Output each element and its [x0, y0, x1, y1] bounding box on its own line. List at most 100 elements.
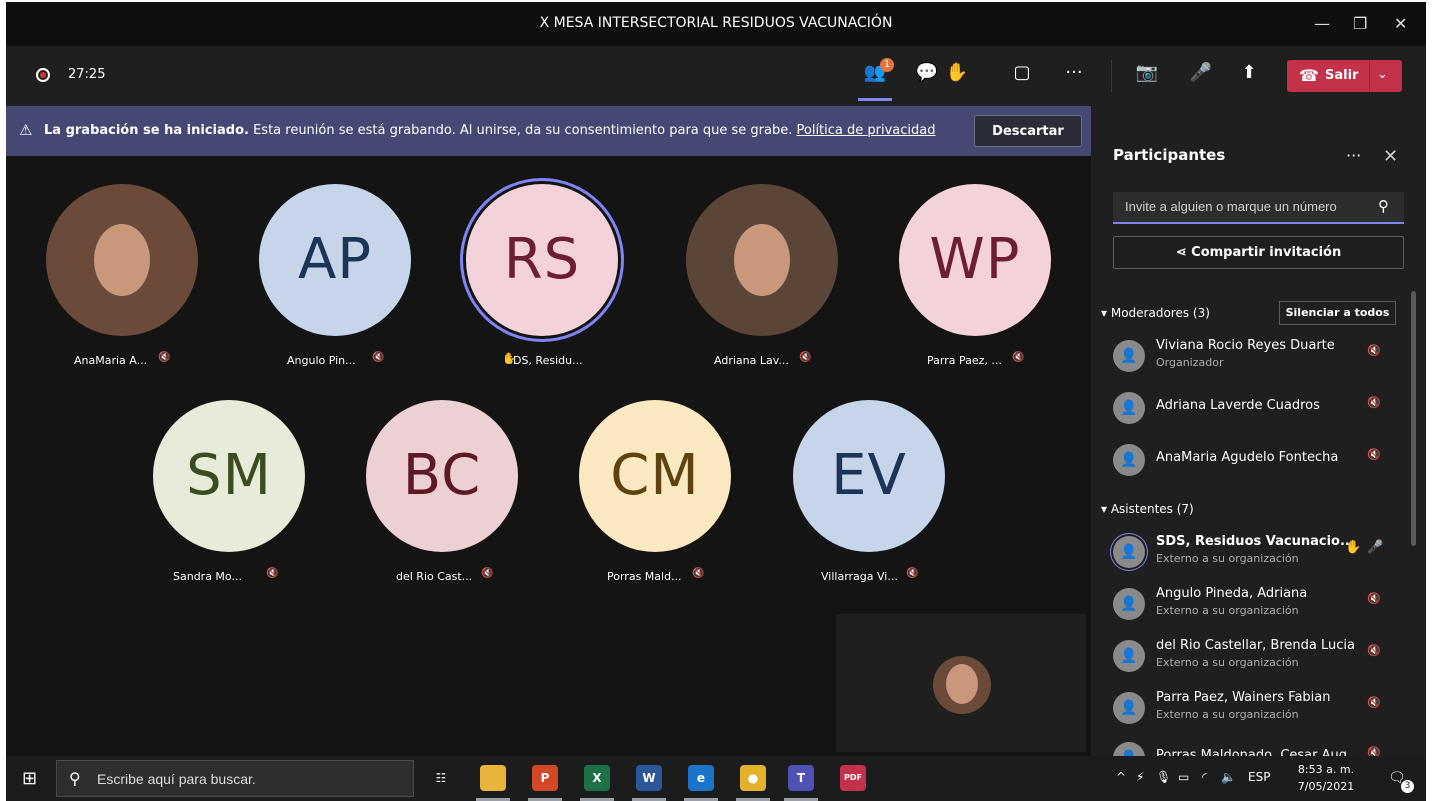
participant-tile-name: Porras Mald...	[607, 570, 682, 583]
mic-off-icon[interactable]: 🎤	[1188, 62, 1214, 83]
language-indicator[interactable]: ESP	[1248, 770, 1270, 784]
share-invite-button[interactable]: ⋖ Compartir invitación	[1113, 236, 1404, 269]
share-label: Compartir invitación	[1191, 245, 1342, 260]
windows-start-icon[interactable]: ⊞	[22, 768, 37, 789]
edge-icon[interactable]: e	[688, 765, 714, 791]
mute-all-button[interactable]: Silenciar a todos	[1279, 301, 1396, 325]
panel-scrollbar[interactable]	[1411, 291, 1416, 546]
self-avatar	[933, 656, 991, 714]
participant-row[interactable]: 👤 Viviana Rocio Reyes Duarte Organizador 🔇	[1113, 336, 1403, 380]
panel-close-icon[interactable]: ✕	[1383, 146, 1398, 167]
participant-role: Externo a su organización	[1156, 552, 1299, 565]
windows-taskbar: ⊞ ⚲ Escribe aquí para buscar. ☷ P X We ● T PDF…	[6, 756, 1426, 801]
participant-name: Viviana Rocio Reyes Duarte	[1156, 338, 1335, 353]
participant-avatar[interactable]: AP	[259, 184, 411, 336]
teams-icon[interactable]: T	[788, 765, 814, 791]
minimize-icon[interactable]: —	[1314, 14, 1330, 33]
chat-icon[interactable]: 💬	[914, 62, 940, 83]
participant-row[interactable]: 👤 Adriana Laverde Cuadros 🔇	[1113, 388, 1403, 432]
invite-input[interactable]	[1123, 198, 1367, 215]
date: 7/05/2021	[1297, 780, 1355, 793]
panel-more-icon[interactable]: ···	[1346, 146, 1361, 165]
meeting-timer: 27:25	[68, 67, 106, 82]
mic-muted-icon: 🔇	[158, 352, 171, 363]
invite-search[interactable]: ⚲	[1113, 192, 1404, 224]
privacy-policy-link[interactable]: Política de privacidad	[797, 123, 936, 138]
participant-row[interactable]: 👤 SDS, Residuos Vacunacio... Externo a su …	[1113, 532, 1403, 576]
participant-avatar[interactable]: WP	[899, 184, 1051, 336]
share-screen-icon[interactable]: ⬆	[1236, 62, 1262, 83]
rooms-icon[interactable]: ▢	[1009, 62, 1035, 83]
participant-row[interactable]: 👤 AnaMaria Agudelo Fontecha 🔇	[1113, 440, 1403, 484]
window-titlebar: X MESA INTERSECTORIAL RESIDUOS VACUNACIÓ…	[6, 2, 1426, 46]
mic-muted-icon: 🔇	[692, 568, 705, 579]
dismiss-button[interactable]: Descartar	[974, 115, 1082, 147]
more-icon[interactable]: ···	[1061, 62, 1087, 83]
close-window-icon[interactable]: ✕	[1394, 14, 1407, 33]
chevron-down-icon[interactable]: ⌄	[1377, 67, 1388, 82]
person-icon: 👤	[1113, 692, 1145, 724]
chrome-icon[interactable]: ●	[740, 765, 766, 791]
volume-icon[interactable]: 🔈	[1221, 770, 1236, 784]
face-shape	[946, 664, 978, 704]
banner-text: Esta reunión se está grabando. Al unirse…	[253, 123, 793, 138]
excel-icon[interactable]: X	[584, 765, 610, 791]
search-icon: ⚲	[69, 769, 81, 788]
participant-tile-name: SDS, Residu...	[506, 354, 583, 367]
mic-muted-icon: 🔇	[1367, 448, 1381, 461]
task-view-icon[interactable]: ☷	[428, 765, 454, 791]
file-explorer-icon[interactable]	[480, 765, 506, 791]
maximize-icon[interactable]: ❐	[1353, 14, 1367, 33]
participant-name: del Rio Castellar, Brenda Lucia	[1156, 638, 1355, 653]
self-video-preview	[836, 614, 1086, 752]
mic-muted-icon: 🔇	[372, 352, 385, 363]
participants-panel: Participantes ··· ✕ ⚲ ⋖ Compartir invita…	[1091, 106, 1426, 774]
participant-tile-name: Adriana Lav...	[714, 354, 789, 367]
participant-photo[interactable]	[46, 184, 198, 336]
participant-avatar[interactable]: RS	[466, 184, 618, 336]
clock[interactable]: 8:53 a. m. 7/05/2021	[1294, 761, 1358, 795]
time: 8:53 a. m.	[1297, 763, 1355, 776]
recording-banner: ⚠ La grabación se ha iniciado. Esta reun…	[6, 106, 1091, 156]
network-icon[interactable]: ⚡	[1136, 770, 1144, 784]
pdf-icon[interactable]: PDF	[840, 765, 866, 791]
participant-avatar[interactable]: SM	[153, 400, 305, 552]
battery-icon[interactable]: ▭	[1178, 770, 1189, 784]
mic-muted-icon: 🔇	[266, 568, 279, 579]
person-icon: 👤	[1113, 640, 1145, 672]
mic-muted-icon: 🔇	[481, 568, 494, 579]
participant-avatar[interactable]: EV	[793, 400, 945, 552]
mic-muted-icon: 🔇	[1367, 644, 1381, 657]
participant-tile-name: Parra Paez, ...	[927, 354, 1002, 367]
leave-button[interactable]: ☎ Salir ⌄	[1287, 60, 1402, 92]
notification-count: 3	[1401, 780, 1414, 793]
participant-avatar[interactable]: BC	[366, 400, 518, 552]
camera-off-icon[interactable]: 📷	[1134, 62, 1160, 83]
moderators-section[interactable]: ▾ Moderadores (3)	[1101, 306, 1210, 320]
participant-row[interactable]: 👤 Parra Paez, Wainers Fabian Externo a su …	[1113, 688, 1403, 732]
chevron-up-icon[interactable]: ^	[1116, 770, 1126, 784]
search-icon[interactable]: ⚲	[1378, 197, 1389, 215]
taskbar-search[interactable]: ⚲ Escribe aquí para buscar.	[56, 760, 414, 797]
participant-role: Organizador	[1156, 356, 1224, 369]
attendees-section[interactable]: ▾ Asistentes (7)	[1101, 502, 1194, 516]
participant-row[interactable]: 👤 del Rio Castellar, Brenda Lucia Externo …	[1113, 636, 1403, 680]
word-icon[interactable]: W	[636, 765, 662, 791]
mic-icon[interactable]: 🎙	[1156, 770, 1171, 784]
participant-avatar[interactable]: CM	[579, 400, 731, 552]
participant-photo[interactable]	[686, 184, 838, 336]
meeting-toolbar: 27:25 👥 1 💬 ✋ ▢ ··· 📷 🎤 ⬆ ☎ Salir ⌄	[6, 46, 1426, 106]
mic-icon: 🎤	[1367, 540, 1384, 555]
participant-tile-name: Sandra Mo...	[173, 570, 242, 583]
person-icon: 👤	[1113, 588, 1145, 620]
raise-hand-icon[interactable]: ✋	[944, 62, 970, 83]
powerpoint-icon[interactable]: P	[532, 765, 558, 791]
participant-row[interactable]: 👤 Angulo Pineda, Adriana Externo a su orga…	[1113, 584, 1403, 628]
participant-name: AnaMaria Agudelo Fontecha	[1156, 450, 1339, 465]
mic-muted-icon: 🔇	[1367, 396, 1381, 409]
person-icon: 👤	[1113, 392, 1145, 424]
raised-hand-icon: ✋	[1345, 540, 1362, 555]
wifi-icon[interactable]: ◜	[1202, 770, 1207, 784]
participant-tile-name: Villarraga Vi...	[821, 570, 898, 583]
participant-role: Externo a su organización	[1156, 604, 1299, 617]
